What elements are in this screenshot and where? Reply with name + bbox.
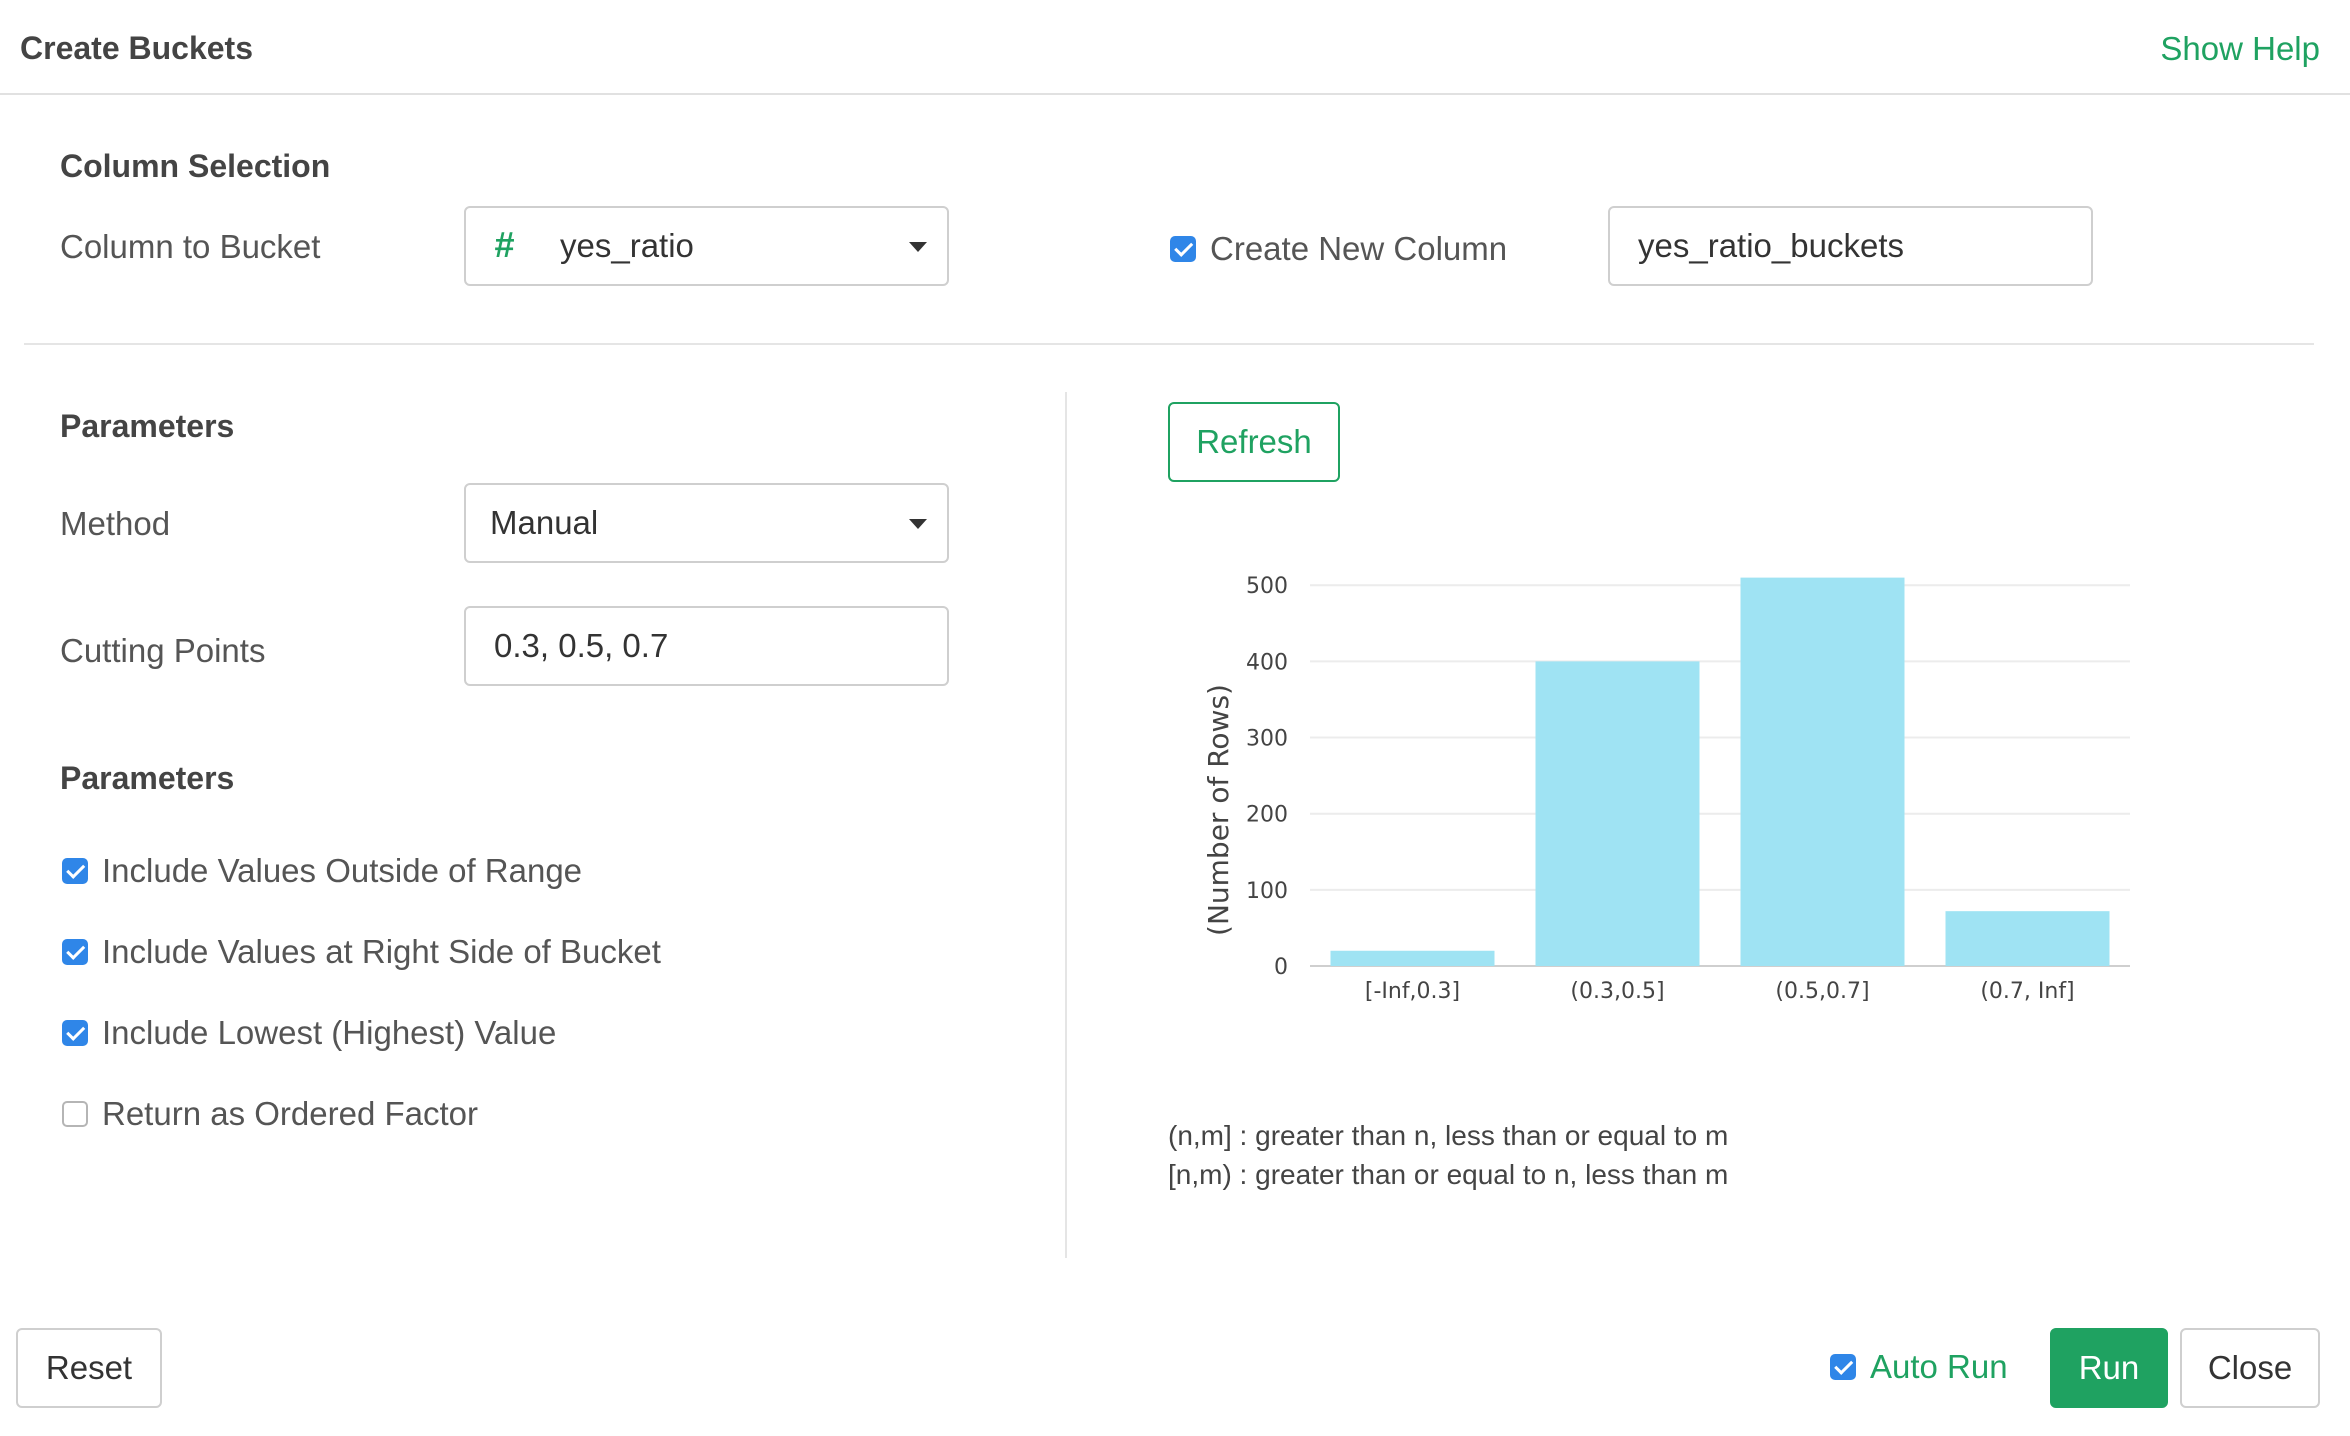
show-help-link[interactable]: Show Help (2160, 30, 2320, 68)
chart-x-ticks: [-Inf,0.3] (0.3,0.5] (0.5,0.7] (0.7, Inf] (1365, 979, 2075, 1004)
y-tick-label: 0 (1274, 955, 1288, 980)
x-tick-label: (0.3,0.5] (1570, 979, 1664, 1004)
checkbox-icon[interactable] (62, 858, 88, 884)
chart-y-ticks: 0 100 200 300 400 500 (1246, 574, 1288, 980)
bar (1535, 661, 1700, 966)
method-select[interactable]: Manual (464, 483, 949, 563)
parameters-heading: Parameters (60, 408, 235, 444)
checkbox-icon[interactable] (62, 939, 88, 965)
option-label: Include Lowest (Highest) Value (102, 1014, 557, 1051)
cutting-points-input[interactable]: 0.3, 0.5, 0.7 (464, 606, 949, 686)
option-include-lowest[interactable]: Include Lowest (Highest) Value (62, 1014, 556, 1052)
reset-button[interactable]: Reset (16, 1328, 162, 1408)
option-label: Include Values Outside of Range (102, 852, 583, 889)
new-column-name-input[interactable]: yes_ratio_buckets (1608, 206, 2093, 286)
checkbox-icon[interactable] (1830, 1354, 1856, 1380)
y-tick-label: 300 (1246, 727, 1288, 752)
x-tick-label: (0.5,0.7] (1775, 979, 1869, 1004)
checkbox-icon[interactable] (62, 1101, 88, 1127)
dialog-header: Create Buckets Show Help (0, 0, 2350, 95)
x-tick-label: [-Inf,0.3] (1365, 979, 1460, 1004)
close-button[interactable]: Close (2180, 1328, 2320, 1408)
y-tick-label: 100 (1246, 879, 1288, 904)
y-tick-label: 500 (1246, 574, 1288, 599)
create-new-column-checkbox[interactable]: Create New Column (1170, 230, 1507, 268)
option-include-outside-range[interactable]: Include Values Outside of Range (62, 852, 582, 890)
column-to-bucket-label: Column to Bucket (60, 228, 321, 265)
bar (1945, 911, 2110, 966)
auto-run-label: Auto Run (1870, 1348, 2008, 1385)
column-select[interactable]: # yes_ratio (464, 206, 949, 286)
legend-left-closed: [n,m) : greater than or equal to n, less… (1168, 1159, 1729, 1190)
chevron-down-icon (909, 242, 927, 252)
option-label: Return as Ordered Factor (102, 1095, 478, 1132)
numeric-column-icon: # (494, 224, 515, 265)
chart-y-axis-label: (Number of Rows) (1202, 684, 1235, 936)
chart-grid (1310, 584, 2130, 967)
y-tick-label: 400 (1246, 650, 1288, 675)
run-button[interactable]: Run (2050, 1328, 2168, 1408)
auto-run-toggle[interactable]: Auto Run (1830, 1348, 2008, 1386)
method-label: Method (60, 505, 171, 542)
checkbox-icon[interactable] (1170, 236, 1196, 262)
options-heading: Parameters (60, 760, 235, 796)
method-select-value: Manual (490, 504, 599, 541)
option-label: Include Values at Right Side of Bucket (102, 933, 661, 970)
section-divider (24, 343, 2314, 345)
cutting-points-label: Cutting Points (60, 632, 266, 669)
refresh-button[interactable]: Refresh (1168, 402, 1340, 482)
bucket-bar-chart: 0 100 200 300 400 500 [-Inf,0.3] (0.3,0.5] (0.5… (1202, 574, 2130, 1004)
chart-bars (1330, 577, 2110, 966)
checkbox-icon[interactable] (62, 1020, 88, 1046)
column-selection-heading: Column Selection (60, 148, 331, 184)
y-tick-label: 200 (1246, 803, 1288, 828)
x-tick-label: (0.7, Inf] (1980, 979, 2074, 1004)
column-select-value: yes_ratio (560, 227, 694, 264)
option-ordered-factor[interactable]: Return as Ordered Factor (62, 1095, 478, 1133)
legend-right-closed: (n,m] : greater than n, less than or equ… (1168, 1120, 1729, 1151)
bar (1330, 950, 1495, 966)
chevron-down-icon (909, 519, 927, 529)
create-new-column-label: Create New Column (1210, 230, 1508, 267)
bar (1740, 577, 1905, 966)
option-include-right-side[interactable]: Include Values at Right Side of Bucket (62, 933, 661, 971)
panel-divider (1065, 392, 1067, 1258)
dialog-title: Create Buckets (20, 30, 253, 66)
